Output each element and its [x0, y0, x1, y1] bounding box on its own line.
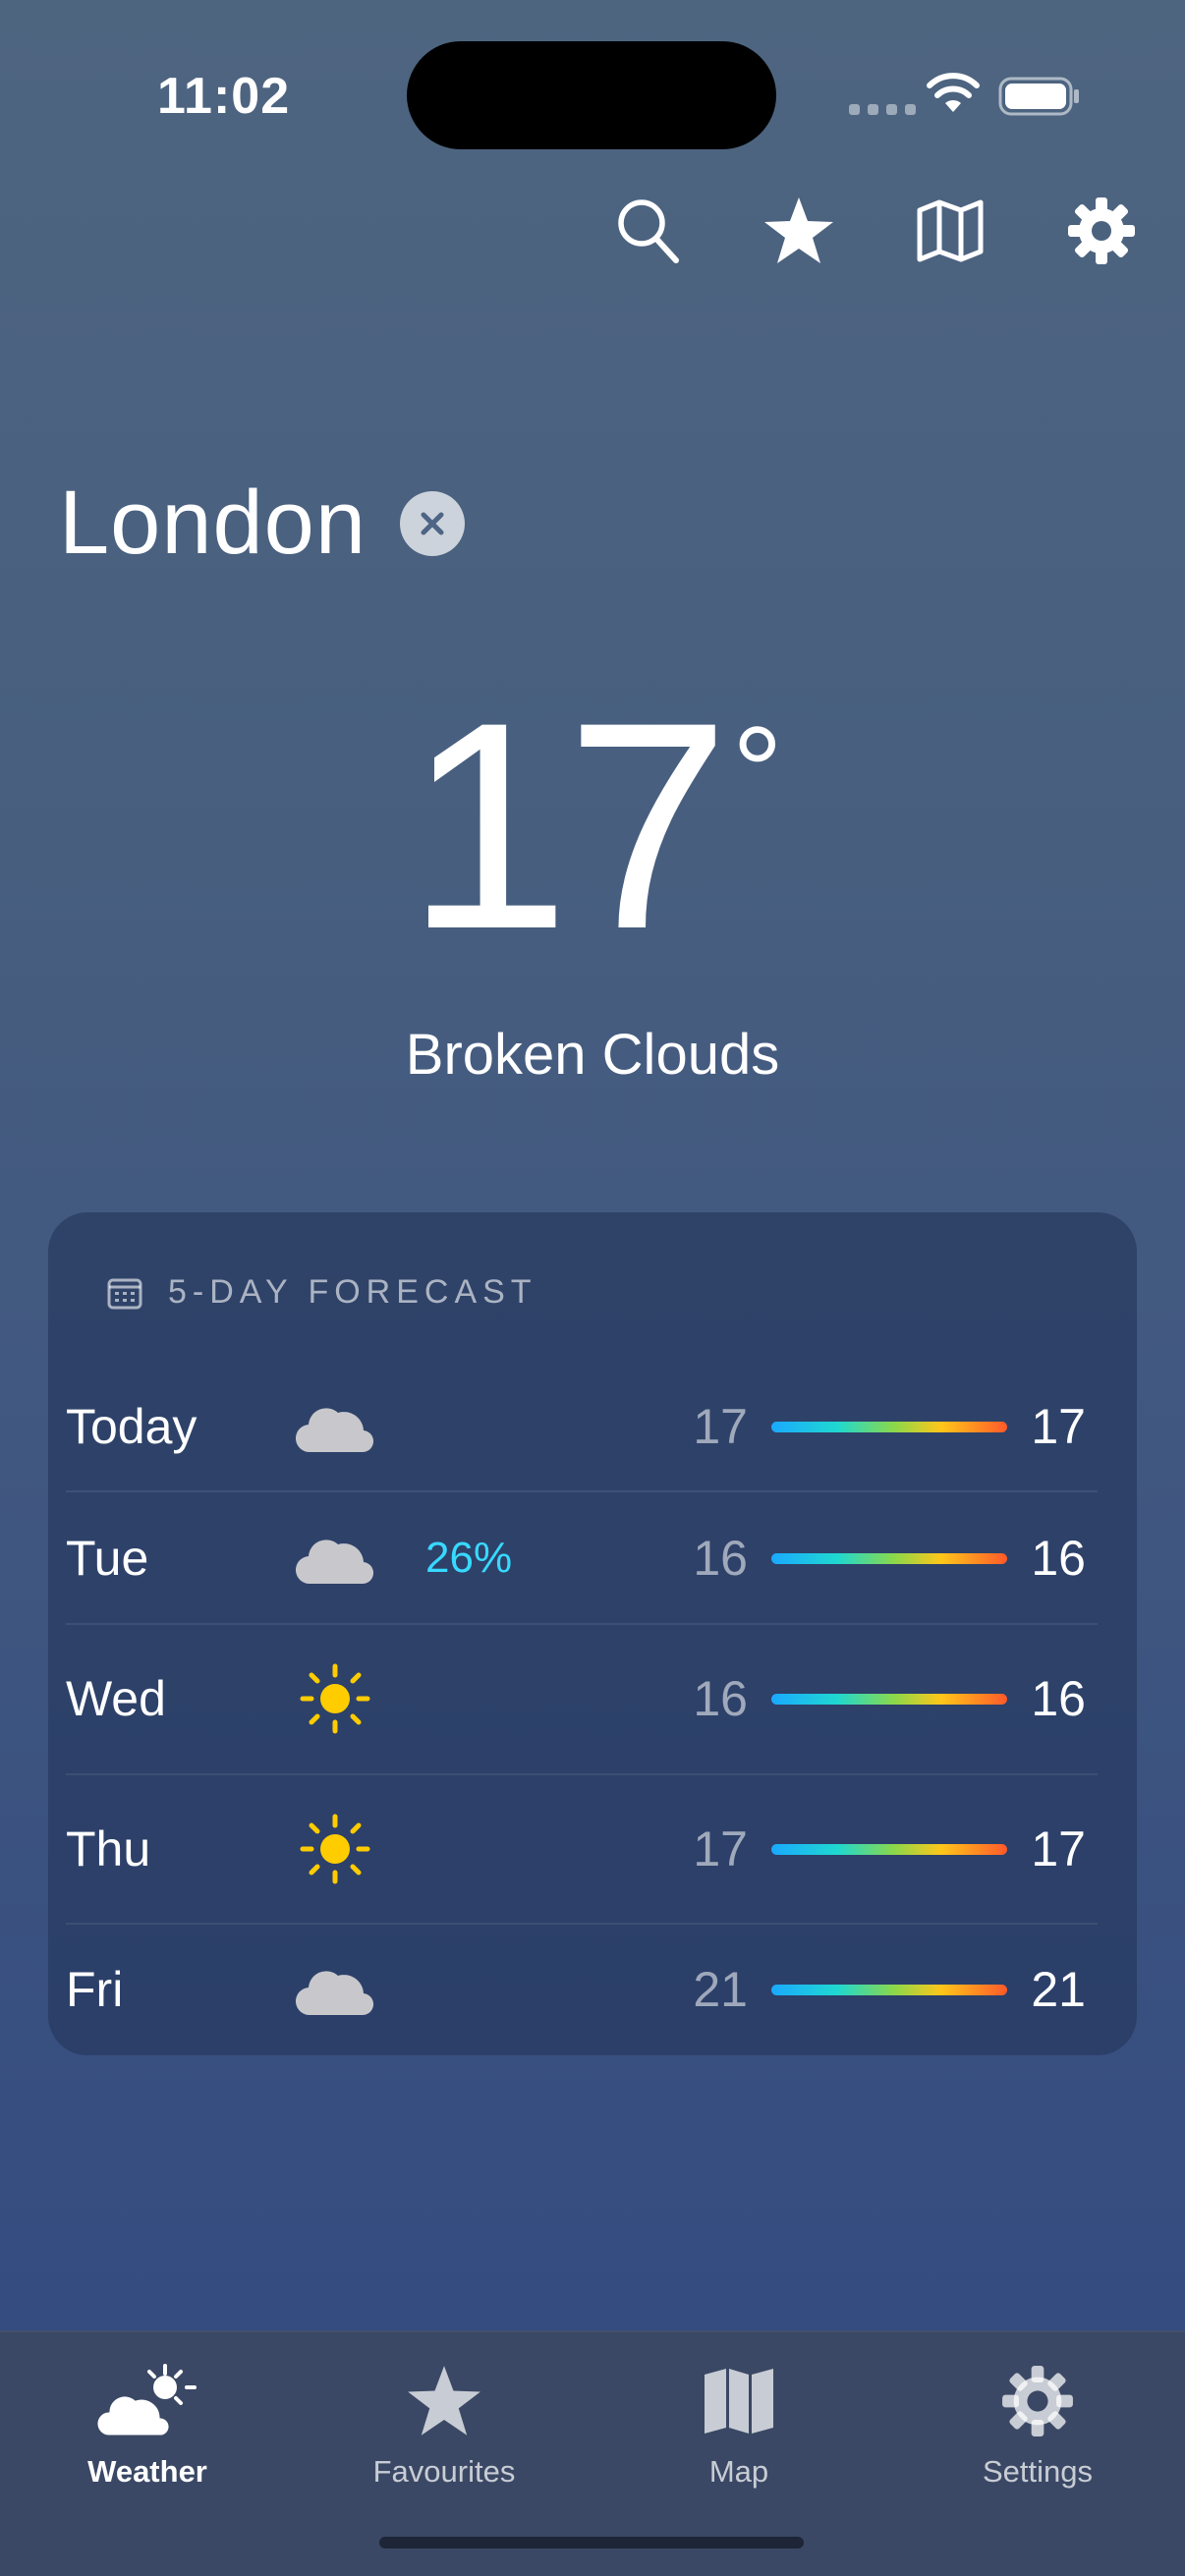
precip-chance: 26% [425, 1534, 513, 1582]
forecast-card: 5-DAY FORECAST Today 17 17 Tue 26% 16 16… [48, 1212, 1137, 2055]
forecast-row-tue: Tue 26% 16 16 [48, 1519, 1137, 1597]
tab-settings[interactable]: Settings [910, 2352, 1165, 2519]
star-icon [408, 2366, 480, 2436]
remove-location-button[interactable] [400, 490, 465, 556]
close-icon [421, 512, 444, 534]
city-name: London [59, 473, 367, 573]
sun-icon [300, 1663, 370, 1734]
cloud-icon [295, 1408, 374, 1453]
sun-icon [300, 1814, 370, 1884]
tab-map[interactable]: Map [611, 2352, 867, 2519]
status-bar: 11:02 [0, 0, 1185, 187]
top-toolbar [603, 192, 1146, 270]
dynamic-island [407, 41, 776, 149]
divider [66, 1490, 1098, 1492]
low-temp: 17 [693, 1821, 748, 1876]
current-temperature: 17° [0, 678, 1185, 973]
temperature-value: 17 [406, 660, 730, 990]
tab-label: Weather [87, 2454, 207, 2489]
cloud-icon [295, 1540, 374, 1585]
location-header: London [59, 472, 465, 575]
forecast-row-today: Today 17 17 [48, 1387, 1137, 1466]
search-button[interactable] [603, 192, 692, 270]
high-temp: 21 [1031, 1962, 1086, 2017]
tab-weather[interactable]: Weather [20, 2352, 275, 2519]
status-time: 11:02 [157, 68, 291, 125]
forecast-day: Fri [66, 1962, 124, 2017]
settings-button[interactable] [1057, 192, 1146, 270]
high-temp: 16 [1031, 1671, 1086, 1726]
weather-icon [96, 2364, 197, 2438]
current-condition: Broken Clouds [405, 1023, 780, 1087]
temp-range-bar [771, 1552, 1007, 1564]
cellular-signal-icon [849, 104, 916, 115]
gear-icon [1068, 197, 1135, 264]
forecast-row-thu: Thu 17 17 [48, 1810, 1137, 1888]
low-temp: 17 [693, 1399, 748, 1454]
star-icon [764, 197, 833, 263]
divider [66, 1623, 1098, 1625]
forecast-day: Today [66, 1399, 198, 1454]
temp-range-bar [771, 1693, 1007, 1705]
degree-symbol: ° [731, 700, 783, 843]
forecast-header: 5-DAY FORECAST [107, 1273, 537, 1312]
home-indicator[interactable] [379, 2537, 804, 2548]
forecast-row-wed: Wed 16 16 [48, 1659, 1137, 1738]
calendar-icon [107, 1278, 142, 1309]
map-icon [917, 199, 984, 262]
high-temp: 16 [1031, 1531, 1086, 1586]
forecast-title: 5-DAY FORECAST [168, 1273, 537, 1311]
low-temp: 16 [693, 1531, 748, 1586]
tab-favourites[interactable]: Favourites [316, 2352, 572, 2519]
forecast-day: Wed [66, 1671, 166, 1726]
temp-range-bar [771, 1984, 1007, 1995]
forecast-row-fri: Fri 21 21 [48, 1950, 1137, 2029]
tab-label: Favourites [372, 2454, 516, 2489]
map-button[interactable] [906, 192, 994, 270]
favourite-button[interactable] [755, 192, 843, 270]
temp-range-bar [771, 1843, 1007, 1855]
divider [66, 1773, 1098, 1775]
battery-icon [998, 77, 1079, 116]
high-temp: 17 [1031, 1821, 1086, 1876]
gear-icon [1002, 2366, 1073, 2436]
cloud-icon [295, 1971, 374, 2016]
tab-label: Settings [982, 2454, 1093, 2489]
low-temp: 21 [693, 1962, 748, 2017]
wifi-icon [927, 73, 980, 112]
forecast-day: Tue [66, 1531, 149, 1586]
forecast-day: Thu [66, 1821, 151, 1876]
temp-range-bar [771, 1421, 1007, 1432]
low-temp: 16 [693, 1671, 748, 1726]
search-icon [618, 199, 679, 263]
tab-label: Map [708, 2454, 769, 2489]
map-icon [705, 2369, 773, 2434]
high-temp: 17 [1031, 1399, 1086, 1454]
divider [66, 1923, 1098, 1925]
